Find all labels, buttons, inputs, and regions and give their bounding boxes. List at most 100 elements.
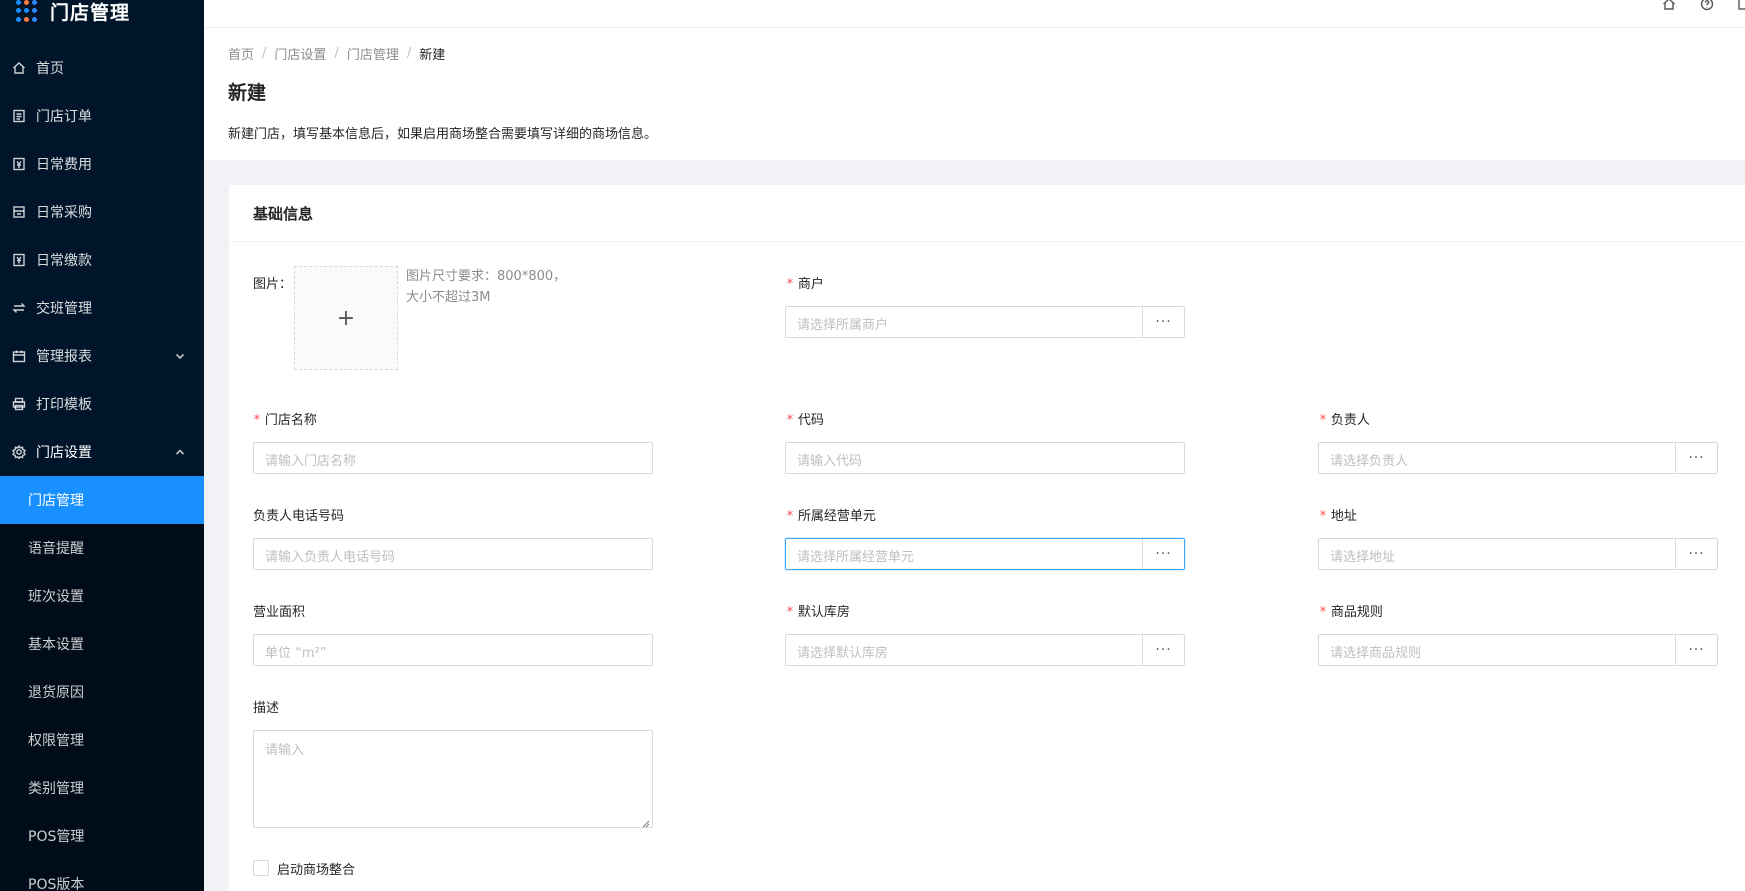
code-input[interactable]: 请输入代码 — [785, 442, 1185, 474]
warehouse-label: * 默认库房 — [786, 601, 850, 620]
sidebar-item-print-template[interactable]: 打印模板 — [0, 380, 204, 428]
warehouse-select[interactable]: 请选择默认库房 ··· — [785, 634, 1185, 666]
manager-select[interactable]: 请选择负责人 ··· — [1318, 442, 1718, 474]
breadcrumb-home[interactable]: 首页 — [228, 44, 254, 63]
sidebar-item-label: 首页 — [36, 61, 64, 77]
required-mark: * — [1319, 605, 1327, 620]
submenu-item-permissions[interactable]: 权限管理 — [0, 716, 204, 764]
submenu-item-pos-management[interactable]: POS管理 — [0, 812, 204, 860]
area-input[interactable]: 单位 “m²” — [253, 634, 653, 666]
printer-icon — [12, 397, 26, 411]
sidebar-item-home[interactable]: 首页 — [0, 44, 204, 92]
description-label: 描述 — [253, 701, 280, 716]
submenu-item-label: POS管理 — [28, 829, 85, 845]
submenu-item-return-reasons[interactable]: 退货原因 — [0, 668, 204, 716]
more-button[interactable]: ··· — [1675, 635, 1717, 665]
submenu-item-basic-settings[interactable]: 基本设置 — [0, 620, 204, 668]
mall-integration-label[interactable]: 启动商场整合 — [277, 859, 355, 878]
store-settings-submenu: 门店管理 语音提醒 班次设置 基本设置 退货原因 权限管理 类别管理 POS管理… — [0, 476, 204, 891]
plus-icon: + — [336, 305, 356, 331]
home-icon — [12, 61, 26, 75]
breadcrumb-separator: / — [262, 45, 267, 61]
submenu-item-label: 类别管理 — [28, 781, 84, 797]
placeholder: 请选择默认库房 — [797, 646, 889, 661]
submenu-item-category-management[interactable]: 类别管理 — [0, 764, 204, 812]
image-label: 图片： — [253, 277, 293, 292]
image-hint-line: 大小不超过3M — [406, 290, 491, 305]
merchant-label: * 商户 — [786, 273, 824, 292]
required-mark: * — [786, 605, 794, 620]
logo-icon — [16, 0, 38, 22]
sidebar-item-label: 日常采购 — [36, 205, 92, 221]
required-mark: * — [786, 413, 794, 428]
more-button[interactable]: ··· — [1675, 443, 1717, 473]
placeholder: 请选择所属商户 — [797, 318, 889, 333]
address-select[interactable]: 请选择地址 ··· — [1318, 538, 1718, 570]
business-unit-select[interactable]: 请选择所属经营单元 ··· — [785, 538, 1185, 570]
sidebar-item-label: 日常缴款 — [36, 253, 92, 269]
more-button[interactable]: ··· — [1142, 307, 1184, 337]
mall-integration-checkbox[interactable] — [253, 860, 269, 876]
help-icon[interactable] — [1700, 0, 1716, 13]
business-unit-label: * 所属经营单元 — [786, 505, 876, 524]
payment-icon — [12, 253, 26, 267]
manager-label: * 负责人 — [1319, 409, 1370, 428]
sidebar-item-daily-purchase[interactable]: 日常采购 — [0, 188, 204, 236]
page-header: 首页 / 门店设置 / 门店管理 / 新建 新建 新建门店，填写基本信息后，如果… — [204, 28, 1745, 160]
sidebar-item-daily-expense[interactable]: 日常费用 — [0, 140, 204, 188]
label-text: 所属经营单元 — [797, 509, 876, 524]
app-title: 门店管理 — [50, 1, 131, 24]
more-button[interactable]: ··· — [1142, 539, 1184, 569]
description-textarea[interactable]: 请输入 — [253, 730, 653, 828]
more-button[interactable]: ··· — [1142, 635, 1184, 665]
submenu-item-voice-reminder[interactable]: 语音提醒 — [0, 524, 204, 572]
submenu-item-label: 门店管理 — [28, 493, 84, 509]
label-text: 代码 — [797, 413, 824, 428]
chevron-up-icon — [174, 446, 186, 458]
placeholder: 请输入 — [265, 743, 305, 758]
submenu-item-pos-version[interactable]: POS版本 — [0, 860, 204, 891]
submenu-item-label: 班次设置 — [28, 589, 84, 605]
order-icon — [12, 109, 26, 123]
sidebar-item-label: 打印模板 — [36, 397, 92, 413]
breadcrumb-store-management[interactable]: 门店管理 — [347, 44, 399, 63]
breadcrumb-separator: / — [406, 45, 412, 61]
placeholder: 请输入代码 — [797, 454, 863, 469]
breadcrumb-store-settings[interactable]: 门店设置 — [274, 44, 326, 63]
user-icon[interactable] — [1737, 0, 1745, 13]
placeholder: 请选择地址 — [1330, 550, 1396, 565]
product-rule-select[interactable]: 请选择商品规则 ··· — [1318, 634, 1718, 666]
submenu-item-label: 基本设置 — [28, 637, 84, 653]
sidebar-item-daily-payment[interactable]: 日常缴款 — [0, 236, 204, 284]
breadcrumb: 首页 / 门店设置 / 门店管理 / 新建 — [228, 42, 1721, 64]
product-rule-label: * 商品规则 — [1319, 601, 1383, 620]
required-mark: * — [1319, 509, 1327, 524]
placeholder: 请输入门店名称 — [265, 454, 357, 469]
more-button[interactable]: ··· — [1675, 539, 1717, 569]
sidebar-item-label: 门店订单 — [36, 109, 92, 125]
home-icon[interactable] — [1662, 0, 1678, 13]
manager-phone-input[interactable]: 请输入负责人电话号码 — [253, 538, 653, 570]
sidebar-item-reports[interactable]: 管理报表 — [0, 332, 204, 380]
merchant-select[interactable]: 请选择所属商户 ··· — [785, 306, 1185, 338]
submenu-item-store-management[interactable]: 门店管理 — [0, 476, 204, 524]
sidebar-menu: 首页 门店订单 日常费用 日常采购 日常缴款 交班管理 管理报表 打印模板 门店… — [0, 44, 204, 891]
sidebar-item-store-orders[interactable]: 门店订单 — [0, 92, 204, 140]
address-label: * 地址 — [1319, 505, 1357, 524]
manager-phone-label: 负责人电话号码 — [253, 509, 345, 524]
label-text: 商户 — [797, 277, 824, 292]
breadcrumb-current: 新建 — [419, 47, 446, 63]
resize-handle-icon[interactable] — [642, 817, 650, 828]
sidebar-item-store-settings[interactable]: 门店设置 — [0, 428, 204, 476]
label-text: 默认库房 — [797, 605, 850, 620]
submenu-item-label: 语音提醒 — [28, 541, 84, 557]
store-name-label: * 门店名称 — [253, 409, 317, 428]
submenu-item-shift-settings[interactable]: 班次设置 — [0, 572, 204, 620]
sidebar-item-label: 交班管理 — [36, 301, 92, 317]
gear-icon — [12, 445, 26, 459]
image-upload[interactable]: + — [294, 266, 398, 370]
swap-icon — [12, 301, 26, 315]
sidebar-item-shift-management[interactable]: 交班管理 — [0, 284, 204, 332]
store-name-input[interactable]: 请输入门店名称 — [253, 442, 653, 474]
top-header — [204, 0, 1745, 28]
